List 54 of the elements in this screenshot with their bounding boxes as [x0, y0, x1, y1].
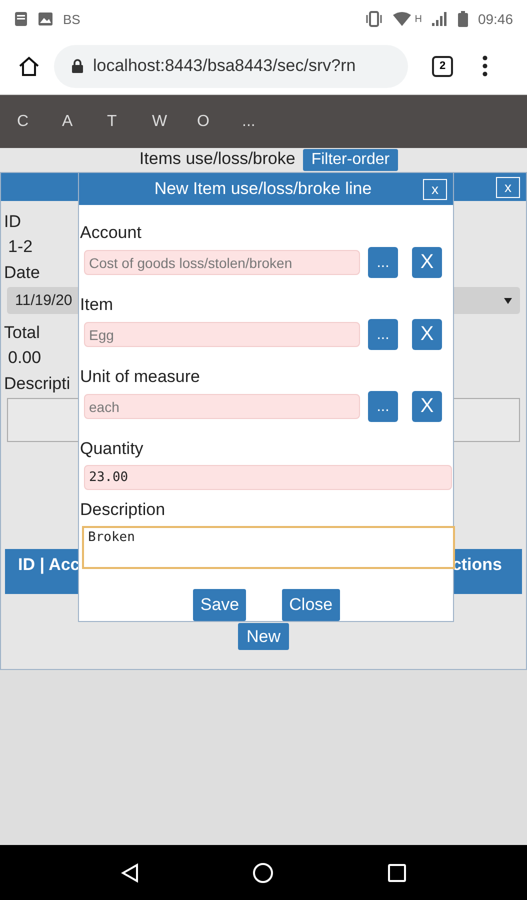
input-field[interactable]: Cost of goods loss/stolen/broken — [84, 250, 360, 275]
menu-icon[interactable] — [481, 55, 489, 77]
nav-item[interactable]: W — [152, 112, 197, 130]
clear-button[interactable]: X — [412, 319, 442, 350]
lock-icon — [72, 59, 83, 73]
tab-count-button[interactable]: 2 — [432, 56, 453, 76]
nav-item[interactable]: A — [62, 112, 107, 130]
image-icon — [38, 12, 53, 26]
back-icon[interactable] — [120, 862, 139, 882]
field-label: Item — [80, 294, 114, 316]
field-label: ID — [4, 211, 21, 233]
field-label: Total — [4, 322, 40, 344]
close-button[interactable]: x — [423, 178, 447, 200]
input-field[interactable]: Egg — [84, 322, 360, 347]
clear-button[interactable]: X — [412, 391, 442, 422]
text-area[interactable]: Broken — [82, 526, 455, 569]
status-text: BS — [63, 12, 80, 26]
signal-icon — [432, 12, 448, 26]
dialog-title: New Item use/loss/broke line — [153, 179, 373, 199]
input-field[interactable]: each — [84, 394, 360, 419]
nav-item[interactable]: ... — [242, 112, 287, 130]
home-icon[interactable] — [18, 55, 40, 77]
vibrate-icon — [364, 11, 383, 27]
field-label: Unit of measure — [80, 366, 201, 388]
filter-button[interactable]: Filter-order — [303, 149, 398, 171]
field-value: 1-2 — [7, 236, 33, 258]
column-header: ID | Acc — [18, 555, 80, 576]
pick-button[interactable]: ... — [368, 391, 398, 422]
field-label: Account — [80, 222, 142, 244]
nav-item[interactable]: T — [107, 112, 152, 130]
caret-icon — [504, 298, 512, 304]
field-label: Quantity — [80, 438, 144, 460]
field-label: Date — [4, 262, 40, 284]
field-label: Description — [80, 499, 166, 521]
nav-item[interactable]: C — [17, 112, 62, 130]
address-bar[interactable]: localhost:8443/bsa8443/sec/srv?rn — [54, 44, 408, 88]
pick-button[interactable]: ... — [368, 247, 398, 278]
overview-icon[interactable] — [388, 864, 406, 882]
field-value: 0.00 — [7, 347, 42, 369]
close-button[interactable]: x — [496, 176, 520, 198]
save-button[interactable]: Save — [193, 589, 246, 621]
wifi-icon — [392, 12, 411, 26]
nav-item[interactable]: O — [197, 112, 242, 130]
close-button[interactable]: Close — [282, 589, 340, 621]
notification-icon — [14, 11, 28, 27]
new-button[interactable]: New — [238, 623, 288, 650]
page-title: Items use/loss/broke — [139, 149, 296, 169]
battery-icon — [458, 11, 468, 27]
pick-button[interactable]: ... — [368, 319, 398, 350]
network-text: H — [414, 14, 422, 24]
input-field[interactable]: 23.00 — [84, 465, 452, 490]
field-label: Descripti — [4, 373, 70, 395]
clock-text: 09:46 — [478, 11, 513, 27]
clear-button[interactable]: X — [412, 247, 442, 278]
